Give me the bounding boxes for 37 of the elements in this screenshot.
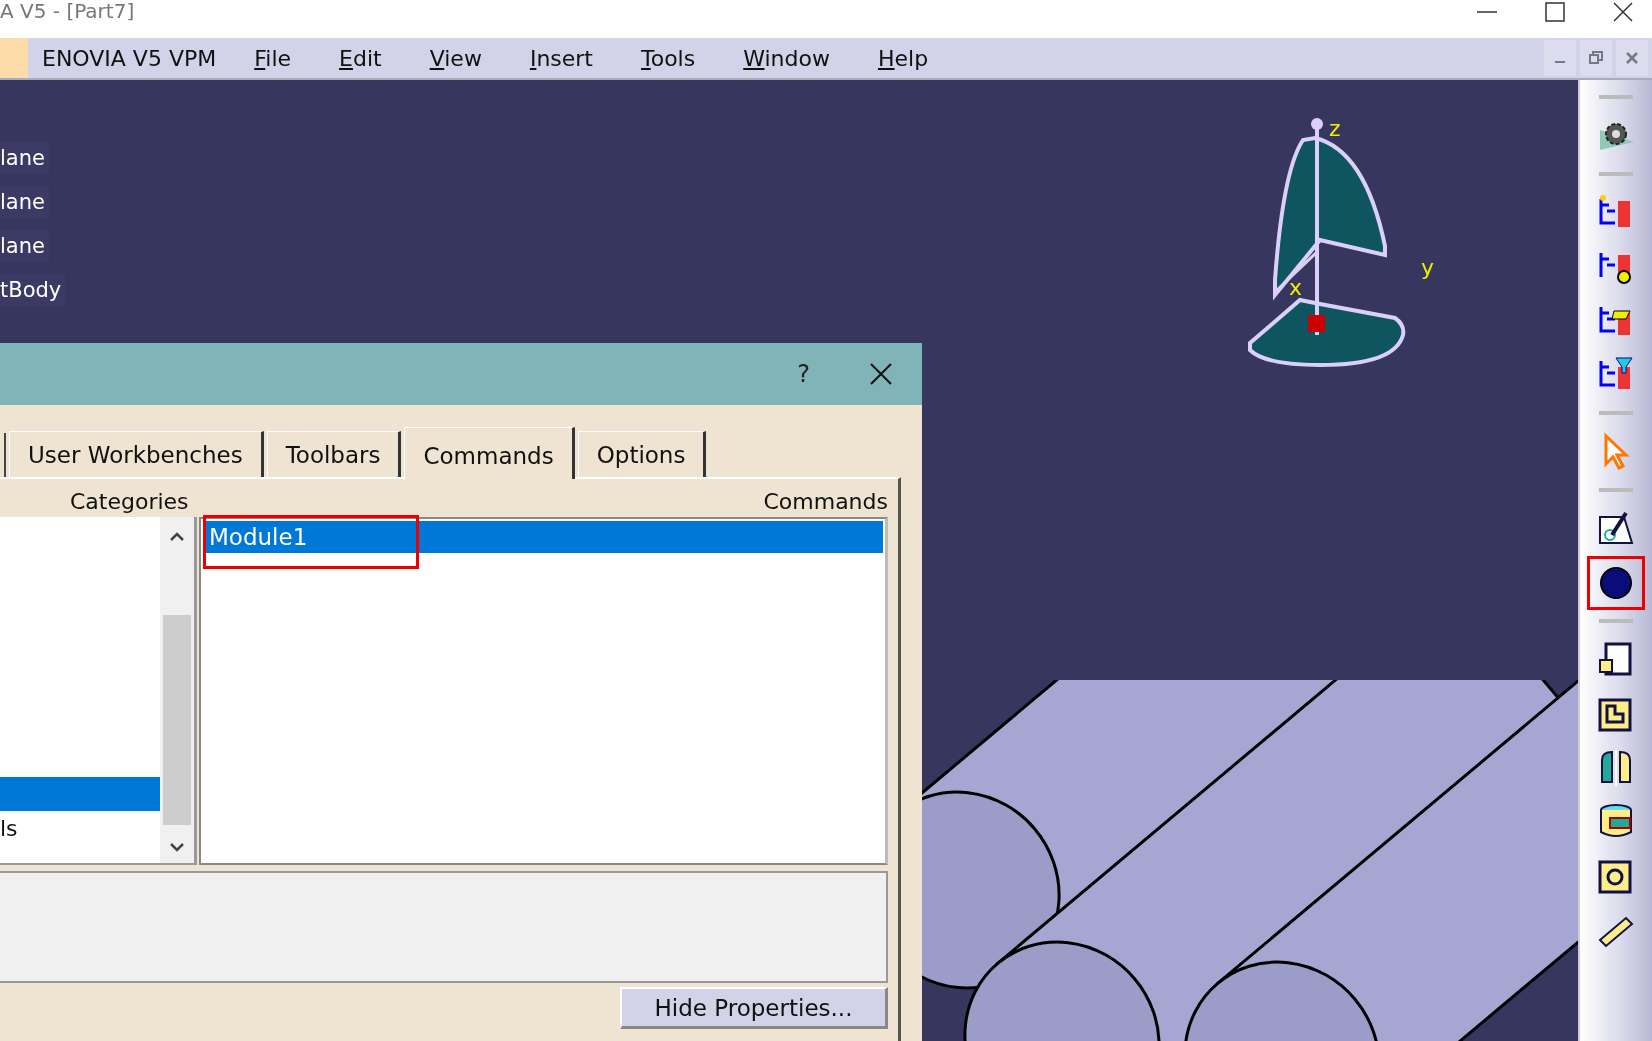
menu-item[interactable]: Insert bbox=[505, 45, 617, 71]
tree-node[interactable]: lane bbox=[0, 230, 49, 262]
app-label: ENOVIA V5 VPM bbox=[42, 45, 217, 71]
compass-drawing[interactable] bbox=[1248, 118, 1406, 367]
categories-label: Categories bbox=[70, 489, 189, 513]
tab[interactable]: Toolbars bbox=[266, 431, 402, 477]
command-item[interactable]: Module1 bbox=[203, 521, 883, 553]
tree-node[interactable]: tBody bbox=[0, 274, 66, 306]
close-icon[interactable] bbox=[1612, 1, 1634, 23]
tree-node[interactable]: lane bbox=[0, 142, 49, 174]
menu-item[interactable]: Window bbox=[719, 45, 854, 71]
menu-item[interactable]: Help bbox=[853, 45, 953, 71]
close-icon[interactable] bbox=[870, 363, 892, 385]
commands-label: Commands bbox=[763, 489, 888, 513]
categories-list[interactable]: ls bbox=[0, 517, 160, 865]
menu-item[interactable]: Tools bbox=[617, 45, 720, 71]
axis-label: z bbox=[1329, 116, 1341, 141]
help-icon[interactable]: ? bbox=[797, 360, 810, 388]
menu-item[interactable]: File bbox=[230, 45, 316, 71]
close-button[interactable] bbox=[1616, 40, 1648, 76]
axis-label: y bbox=[1421, 255, 1435, 280]
tab[interactable]: Options bbox=[577, 431, 707, 477]
scrollbar-thumb[interactable] bbox=[163, 615, 191, 825]
restore-icon[interactable] bbox=[1589, 51, 1603, 65]
window-title: A V5 - [Part7] bbox=[0, 0, 135, 23]
restore-button[interactable] bbox=[1580, 40, 1612, 76]
menu-item[interactable]: Edit bbox=[315, 45, 406, 71]
hide-properties-button[interactable]: Hide Properties... bbox=[620, 987, 888, 1029]
category-item[interactable]: ls bbox=[0, 811, 160, 845]
tree-node[interactable]: lane bbox=[0, 186, 49, 218]
axis-label: x bbox=[1289, 275, 1303, 300]
app-icon bbox=[0, 38, 28, 78]
maximize-icon[interactable] bbox=[1544, 1, 1566, 23]
menu-item[interactable]: View bbox=[405, 45, 506, 71]
tab[interactable]: Commands bbox=[404, 427, 575, 479]
tab[interactable]: User Workbenches bbox=[9, 431, 264, 477]
commands-list[interactable]: Module1 bbox=[199, 517, 888, 865]
